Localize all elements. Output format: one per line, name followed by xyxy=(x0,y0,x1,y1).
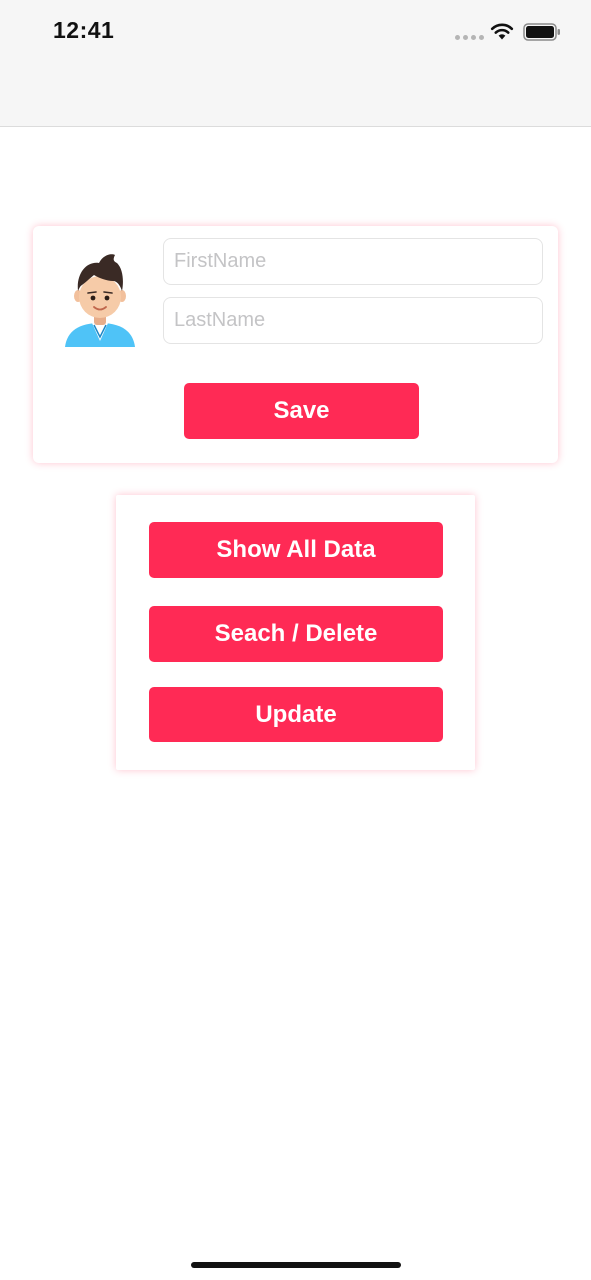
user-avatar-icon xyxy=(65,254,135,347)
wifi-icon xyxy=(490,23,514,40)
save-button[interactable]: Save xyxy=(184,383,419,439)
battery-icon xyxy=(523,23,560,41)
signal-dots-icon xyxy=(455,35,484,40)
navigation-bar: 12:41 xyxy=(0,0,591,127)
update-button[interactable]: Update xyxy=(149,687,443,742)
status-time: 12:41 xyxy=(53,17,115,43)
search-delete-button[interactable]: Seach / Delete xyxy=(149,606,443,662)
first-name-field[interactable] xyxy=(163,238,543,285)
home-indicator[interactable] xyxy=(191,1262,401,1268)
last-name-field[interactable] xyxy=(163,297,543,344)
show-all-data-button[interactable]: Show All Data xyxy=(149,522,443,578)
